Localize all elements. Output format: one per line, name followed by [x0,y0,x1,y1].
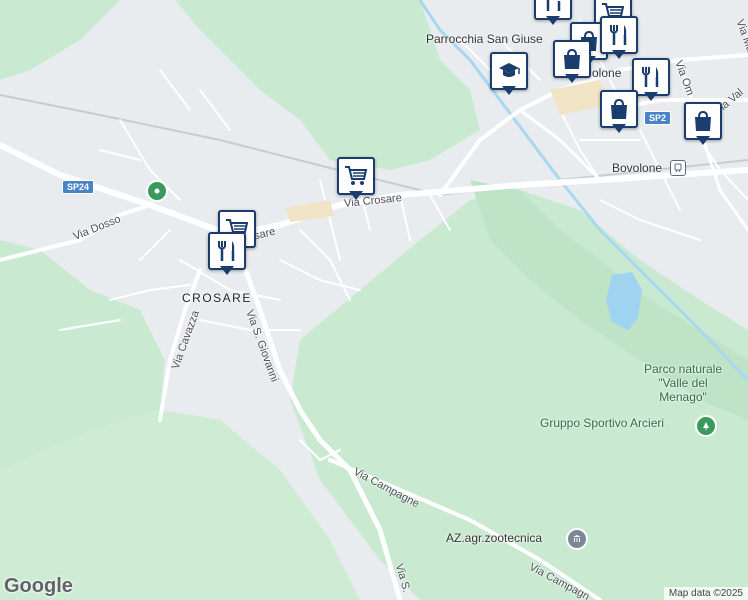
marker-box [337,157,375,195]
shopping-bag-icon [695,110,711,131]
shopping-bag-icon [564,48,580,69]
shopping-cart-icon [345,166,368,185]
museum-icon[interactable] [566,528,588,550]
shopping-bag-icon [611,98,627,119]
green-pin-icon[interactable] [146,180,168,202]
marker-box [490,52,528,90]
map-canvas[interactable]: SP24 SP2 Via Crosare sare Via Dosso Via … [0,0,748,600]
school-icon [499,63,520,77]
place-label-crosare: CROSARE [182,291,252,305]
marker-box [553,40,591,78]
park-label-line-3: Menago" [659,390,707,404]
park-label-line-2: "Valle del [658,376,708,390]
map-attribution[interactable]: Map data ©2025 [663,587,748,600]
marker-box [684,102,722,140]
marker-shop-bovolone-4[interactable] [684,102,722,148]
park-label-line-1: Parco naturale [643,362,723,376]
place-label-parrocchia: Parrocchia San Giuse [426,32,543,46]
park-label-valle-del-menago: Parco naturale "Valle del Menago" [638,362,728,404]
marker-partial-top[interactable] [534,0,572,28]
marker-school-bovolone[interactable] [490,52,528,98]
marker-cart-crosare[interactable] [337,157,375,203]
marker-shop-bovolone-3[interactable] [600,90,638,136]
marker-shop-bovolone-2[interactable] [553,40,591,86]
poi-label-gruppo-sportivo: Gruppo Sportivo Arcieri [540,416,665,430]
google-logo: Google [4,575,73,597]
train-station-icon[interactable] [670,160,686,176]
restaurant-icon [546,0,561,11]
place-label-bovolone: olone [592,66,622,80]
restaurant-icon [642,67,659,87]
marker-box [208,232,246,270]
place-label-bovolone-station: Bovolone [612,161,663,175]
marker-box [600,16,638,54]
marker-restaurant-crosare[interactable] [208,232,246,278]
route-shield-sp24: SP24 [62,180,95,194]
marker-box [600,90,638,128]
park-icon[interactable] [695,415,717,437]
marker-restaurant-bovolone-1[interactable] [600,16,638,62]
restaurant-icon [610,25,627,45]
route-shield-sp2: SP2 [644,111,672,125]
restaurant-icon [218,241,235,261]
poi-label-az-agr: AZ.agr.zootecnica [446,531,543,545]
